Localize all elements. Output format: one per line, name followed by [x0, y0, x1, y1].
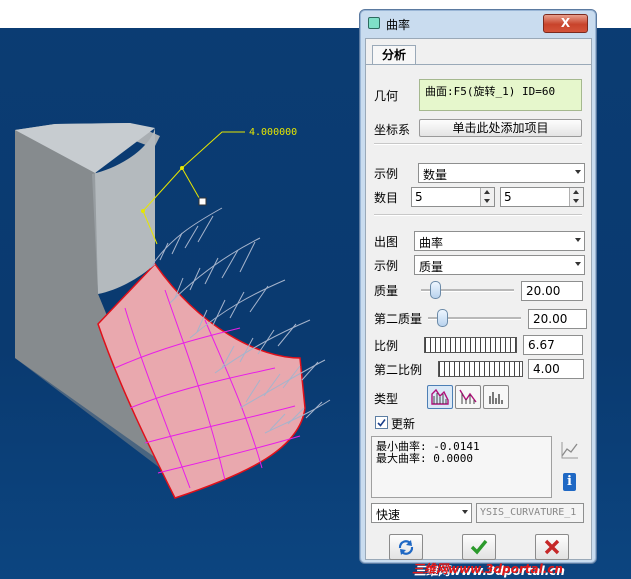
type-section-button[interactable] — [455, 385, 481, 409]
tab-analysis[interactable]: 分析 — [372, 45, 416, 64]
scale2-label: 第二比例 — [374, 363, 423, 377]
type-bar-button[interactable] — [483, 385, 509, 409]
dialog-body: 分析 几何 曲面:F5(旋转_1) ID=60 坐标系 单击此处添加项目 示例 … — [365, 38, 592, 560]
geometry-value: 曲面:F5(旋转_1) ID=60 — [425, 85, 556, 98]
app-icon — [368, 17, 380, 29]
number-stepper-1[interactable]: 5 — [411, 187, 495, 207]
close-button[interactable]: X — [543, 14, 588, 33]
scale2-field[interactable]: 4.00 — [528, 359, 584, 379]
update-checkbox[interactable] — [375, 416, 388, 429]
analyzed-surface — [97, 262, 306, 499]
analysis-name-value: YSIS_CURVATURE_1 — [480, 507, 577, 518]
spin-down-icon — [484, 199, 490, 203]
x-icon — [544, 539, 560, 555]
repeat-icon — [398, 540, 414, 555]
scale2-value: 4.00 — [533, 362, 560, 376]
output-label: 出图 — [374, 235, 399, 249]
quality2-label: 第二质量 — [374, 312, 423, 326]
results-panel: 最小曲率: -0.0141 最大曲率: 0.0000 — [371, 436, 552, 498]
update-label: 更新 — [391, 417, 416, 431]
scale-value: 6.67 — [528, 338, 555, 352]
type-curvature-button[interactable] — [427, 385, 453, 409]
quality2-field[interactable]: 20.00 — [528, 309, 587, 329]
check-icon — [470, 539, 488, 555]
chevron-down-icon — [462, 510, 468, 514]
repeat-button[interactable] — [389, 534, 423, 560]
chevron-down-icon — [575, 170, 581, 174]
number-label: 数目 — [374, 191, 399, 205]
spin-up-icon — [484, 190, 490, 194]
scale-label: 比例 — [374, 339, 399, 353]
max-curvature: 最大曲率: 0.0000 — [376, 452, 473, 465]
sample-select[interactable]: 数量 — [418, 163, 585, 183]
mode-select[interactable]: 快速 — [371, 503, 472, 523]
spin-up-icon — [573, 190, 579, 194]
dialog-titlebar[interactable]: 曲率 X — [360, 10, 596, 36]
csys-collector[interactable]: 单击此处添加项目 — [419, 119, 582, 137]
quality-value: 20.00 — [526, 284, 561, 298]
analysis-name-field[interactable]: YSIS_CURVATURE_1 — [476, 503, 584, 523]
number-stepper-2[interactable]: 5 — [500, 187, 584, 207]
csys-label: 坐标系 — [374, 123, 411, 137]
sample-value: 数量 — [423, 168, 448, 182]
scale2-ruler[interactable] — [438, 361, 523, 377]
dimension-value: 4.000000 — [249, 127, 297, 138]
ok-button[interactable] — [462, 534, 496, 560]
curvature-dialog: 曲率 X 分析 几何 曲面:F5(旋转_1) ID=60 坐标系 单击此处添加项… — [359, 9, 597, 564]
sample2-select[interactable]: 质量 — [414, 255, 585, 275]
scale-ruler[interactable] — [424, 337, 517, 353]
geometry-label: 几何 — [374, 89, 399, 103]
scale-field[interactable]: 6.67 — [523, 335, 583, 355]
geometry-collector[interactable]: 曲面:F5(旋转_1) ID=60 — [419, 79, 582, 111]
quality-label: 质量 — [374, 284, 399, 298]
quality-field[interactable]: 20.00 — [521, 281, 583, 301]
chevron-down-icon — [575, 262, 581, 266]
quality2-value: 20.00 — [533, 312, 568, 326]
dialog-title: 曲率 — [386, 18, 411, 32]
bar-graph-icon — [489, 392, 503, 404]
watermark: 三维网www.3dportal.cn — [412, 562, 563, 576]
sample2-label: 示例 — [374, 259, 399, 273]
graph-icon[interactable] — [560, 440, 580, 460]
output-value: 曲率 — [419, 236, 444, 250]
quality-slider-thumb[interactable] — [430, 281, 442, 299]
type-label: 类型 — [374, 392, 399, 406]
mode-value: 快速 — [376, 508, 401, 522]
number-value-1: 5 — [415, 190, 423, 204]
sample-label: 示例 — [374, 167, 399, 181]
info-icon[interactable]: i — [563, 473, 576, 491]
number-value-2: 5 — [504, 190, 512, 204]
chevron-down-icon — [575, 238, 581, 242]
check-icon — [377, 419, 386, 427]
sample2-value: 质量 — [419, 260, 444, 274]
dimension-handle — [198, 197, 207, 206]
section-graph-icon — [459, 389, 477, 404]
curvature-graph-icon — [431, 388, 449, 405]
spin-down-icon — [573, 199, 579, 203]
quality2-slider-thumb[interactable] — [437, 309, 449, 327]
output-select[interactable]: 曲率 — [414, 231, 585, 251]
dimension-leader — [142, 131, 245, 245]
cancel-button[interactable] — [535, 534, 569, 560]
